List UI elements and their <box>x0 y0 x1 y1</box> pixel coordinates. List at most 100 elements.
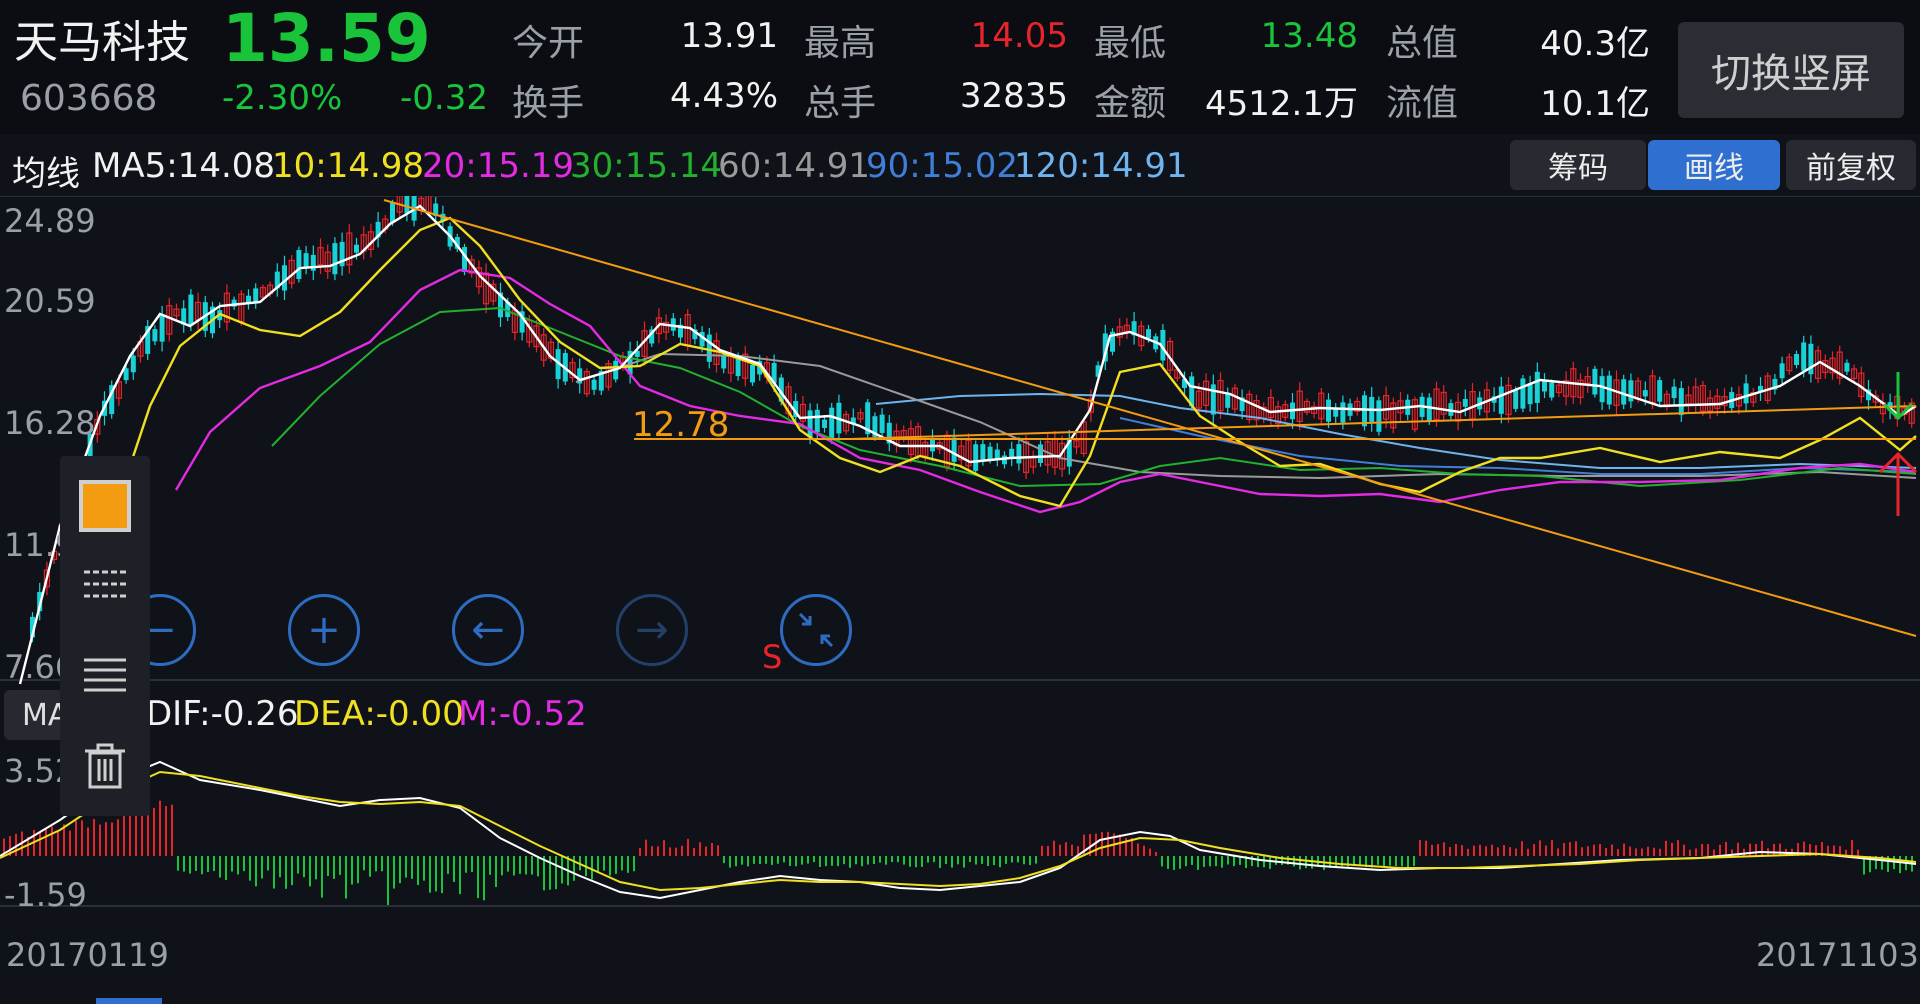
ma120-value: 120:14.91 <box>1014 146 1188 186</box>
quote-label-low: 最低 <box>1094 23 1167 64</box>
quote-label-mktcap: 总值 <box>1386 23 1459 64</box>
candle-body <box>404 196 410 214</box>
candle-body <box>1376 400 1382 432</box>
candle-body <box>721 355 727 369</box>
downtrend-line[interactable] <box>383 199 1917 637</box>
candle-body <box>1779 363 1785 379</box>
candle-body <box>1592 368 1598 395</box>
scroll-indicator <box>96 998 162 1004</box>
candle-body <box>354 244 359 253</box>
candle-body <box>814 409 820 433</box>
candle-body <box>1527 383 1533 405</box>
candle-body <box>1513 389 1519 409</box>
quote-value-mktcap: 40.3亿 <box>1540 24 1650 64</box>
ma-title: 均线 <box>12 154 80 194</box>
candle-body <box>829 407 835 440</box>
candle-body <box>1426 397 1432 421</box>
quote-label-float: 流值 <box>1386 83 1459 124</box>
macd-chart[interactable] <box>0 740 1920 910</box>
y-label-3: 16.28 <box>4 404 96 442</box>
chips-button[interactable]: 筹码 <box>1510 140 1646 190</box>
macd-dea: DEA:-0.00 <box>294 694 464 734</box>
buy-arrow-icon <box>1878 451 1918 516</box>
kline-chart[interactable]: 12.78 S <box>0 196 1920 686</box>
candle-body <box>1340 402 1346 423</box>
current-price: 13.59 <box>222 0 431 77</box>
trash-icon[interactable] <box>60 726 150 806</box>
zoom-in-icon[interactable]: + <box>288 594 360 666</box>
candle-body <box>973 444 979 471</box>
candle-body <box>1462 399 1468 407</box>
date-start: 20170119 <box>6 936 169 974</box>
candle-body <box>332 243 338 275</box>
color-swatch-icon[interactable] <box>60 466 150 546</box>
candle-body <box>1678 388 1684 416</box>
ma20-value: 20:15.19 <box>422 146 575 186</box>
ma30-value: 30:15.14 <box>570 146 723 186</box>
quote-value-low: 13.48 <box>1260 16 1358 56</box>
candle-body <box>1210 384 1216 415</box>
macd-m: M:-0.52 <box>458 694 587 734</box>
candle-body <box>296 250 302 279</box>
candle-body <box>1628 380 1634 402</box>
quote-label-turnover: 换手 <box>512 83 585 124</box>
collapse-icon[interactable] <box>780 594 852 666</box>
quote-label-open: 今开 <box>512 23 585 64</box>
candle-body <box>1671 386 1677 399</box>
pan-left-icon[interactable]: ← <box>452 594 524 666</box>
ma90-value: 90:15.02 <box>866 146 1019 186</box>
candle-body <box>1549 382 1555 398</box>
adjust-button[interactable]: 前复权 <box>1786 140 1916 190</box>
ma10-value: 10:14.98 <box>272 146 425 186</box>
quote-label-amount: 金额 <box>1094 83 1167 124</box>
candle-body <box>807 410 813 438</box>
support-label: 12.78 <box>632 405 729 445</box>
candle-body <box>130 355 136 373</box>
macd-dea-line <box>0 770 1917 892</box>
draw-line-button[interactable]: 画线 <box>1648 140 1780 190</box>
candle-body <box>188 294 194 326</box>
switch-portrait-button[interactable]: 切换竖屏 <box>1678 22 1904 118</box>
quote-label-volume: 总手 <box>804 83 877 124</box>
candle-body <box>1743 383 1749 404</box>
candle-body <box>987 446 993 460</box>
quote-header: 天马科技 603668 13.59 -2.30% -0.32 今开 13.91 … <box>0 0 1920 134</box>
stock-code: 603668 <box>20 78 158 119</box>
quote-value-volume: 32835 <box>959 76 1068 116</box>
candle-body <box>706 334 712 362</box>
macd-y-bottom: -1.59 <box>4 876 87 914</box>
candle-body <box>951 437 957 462</box>
candle-body <box>1498 386 1504 414</box>
date-end: 20171103 <box>1756 936 1919 974</box>
y-label-top: 24.89 <box>4 202 96 240</box>
quote-value-amount: 4512.1万 <box>1205 84 1358 124</box>
candle-body <box>1326 399 1331 422</box>
pan-right-icon[interactable]: → <box>616 594 688 666</box>
change-amount: -0.32 <box>400 78 488 118</box>
candle-body <box>282 265 287 291</box>
drawing-toolbar <box>60 456 150 816</box>
candle-body <box>750 364 755 383</box>
candle-body <box>1038 444 1043 463</box>
stock-app: 天马科技 603668 13.59 -2.30% -0.32 今开 13.91 … <box>0 0 1920 1004</box>
candle-body <box>1657 380 1663 402</box>
candle-body <box>1794 354 1799 366</box>
candle-body <box>1520 378 1526 409</box>
candle-body <box>303 253 309 268</box>
dashed-lines-icon[interactable] <box>60 546 150 626</box>
macd-dif-line <box>0 760 1917 900</box>
quote-value-turnover: 4.43% <box>669 76 778 116</box>
quote-value-open: 13.91 <box>680 16 778 56</box>
candle-body <box>159 315 165 342</box>
ma5-value: MA5:14.08 <box>92 146 276 186</box>
ma60-value: 60:14.91 <box>718 146 871 186</box>
candle-body <box>1146 329 1151 339</box>
quote-value-float: 10.1亿 <box>1540 84 1650 124</box>
candle-body <box>1016 444 1022 464</box>
candle-body <box>1333 409 1339 417</box>
candle-body <box>822 419 827 428</box>
candle-body <box>591 379 597 390</box>
solid-lines-icon[interactable] <box>60 636 150 716</box>
candle-body <box>980 444 986 462</box>
candle-body <box>1362 395 1367 427</box>
